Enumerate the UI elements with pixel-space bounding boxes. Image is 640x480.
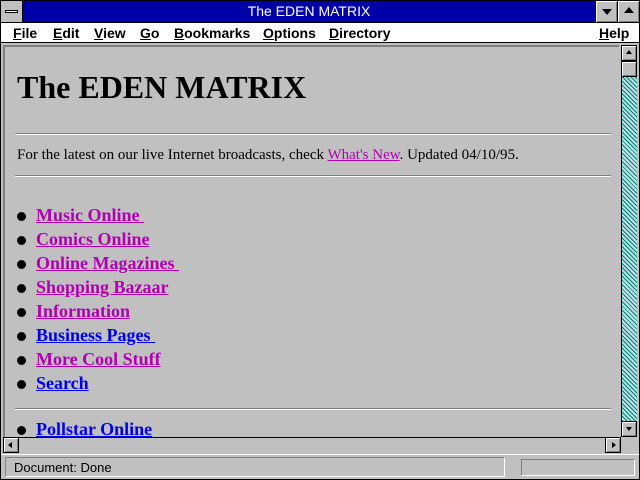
vertical-scroll-track[interactable]: [622, 61, 637, 421]
menu-edit[interactable]: Edit: [53, 24, 79, 42]
page-title: The EDEN MATRIX: [17, 69, 307, 105]
menu-options[interactable]: Options: [263, 24, 316, 42]
link-music-online[interactable]: Music Online: [36, 205, 144, 226]
bullet-icon: [17, 308, 26, 317]
link-business-pages[interactable]: Business Pages: [36, 325, 155, 346]
browser-window: The EDEN MATRIX File Edit View Go Bookma…: [0, 0, 640, 480]
vertical-scrollbar[interactable]: [621, 45, 637, 437]
minimize-button[interactable]: [595, 1, 617, 22]
link-search[interactable]: Search: [36, 373, 89, 394]
scroll-left-button[interactable]: [3, 437, 19, 453]
arrow-down-icon: [626, 427, 632, 431]
horizontal-rule: [15, 408, 611, 410]
notice-text: For the latest on our live Internet broa…: [17, 147, 519, 164]
arrow-up-icon: [626, 50, 632, 54]
link-more-cool-stuff[interactable]: More Cool Stuff: [36, 349, 161, 370]
scroll-up-button[interactable]: [621, 45, 637, 61]
system-menu-button[interactable]: [1, 1, 23, 22]
link-online-magazines[interactable]: Online Magazines: [36, 253, 179, 274]
bullet-icon: [17, 260, 26, 269]
horizontal-rule: [15, 175, 611, 177]
menu-bookmarks[interactable]: Bookmarks: [174, 24, 250, 42]
arrow-right-icon: [612, 442, 616, 448]
bullet-icon: [17, 212, 26, 221]
menu-bar: File Edit View Go Bookmarks Options Dire…: [1, 23, 639, 43]
progress-indicator: [521, 459, 635, 476]
link-information[interactable]: Information: [36, 301, 130, 322]
bullet-icon: [17, 426, 26, 435]
bullet-icon: [17, 284, 26, 293]
link-pollstar-online[interactable]: Pollstar Online: [36, 419, 152, 437]
status-text: Document: Done: [5, 457, 505, 477]
document-view[interactable]: The EDEN MATRIX For the latest on our li…: [3, 45, 619, 437]
bullet-icon: [17, 380, 26, 389]
menu-help[interactable]: Help: [599, 24, 629, 42]
minimize-icon: [602, 9, 612, 15]
whats-new-link[interactable]: What's New: [327, 147, 399, 163]
vertical-scroll-thumb[interactable]: [621, 61, 637, 77]
bullet-icon: [17, 356, 26, 365]
link-shopping-bazaar[interactable]: Shopping Bazaar: [36, 277, 169, 298]
bullet-icon: [17, 236, 26, 245]
link-comics-online[interactable]: Comics Online: [36, 229, 150, 250]
scroll-right-button[interactable]: [605, 437, 621, 453]
menu-directory[interactable]: Directory: [329, 24, 390, 42]
system-menu-icon: [5, 10, 18, 13]
window-title: The EDEN MATRIX: [247, 3, 371, 19]
scroll-down-button[interactable]: [621, 421, 637, 437]
menu-file[interactable]: File: [13, 24, 37, 42]
maximize-button[interactable]: [617, 1, 639, 22]
bullet-icon: [17, 332, 26, 341]
title-bar[interactable]: The EDEN MATRIX: [1, 1, 639, 23]
scrollbar-corner: [621, 437, 637, 453]
horizontal-rule: [15, 133, 611, 135]
horizontal-scrollbar[interactable]: [3, 437, 621, 453]
menu-go[interactable]: Go: [140, 24, 159, 42]
notice-prefix: For the latest on our live Internet broa…: [17, 147, 328, 163]
maximize-icon: [624, 7, 634, 13]
menu-view[interactable]: View: [94, 24, 126, 42]
arrow-left-icon: [8, 442, 12, 448]
status-bar: Document: Done: [1, 454, 639, 479]
notice-suffix: . Updated 04/10/95.: [399, 147, 519, 163]
